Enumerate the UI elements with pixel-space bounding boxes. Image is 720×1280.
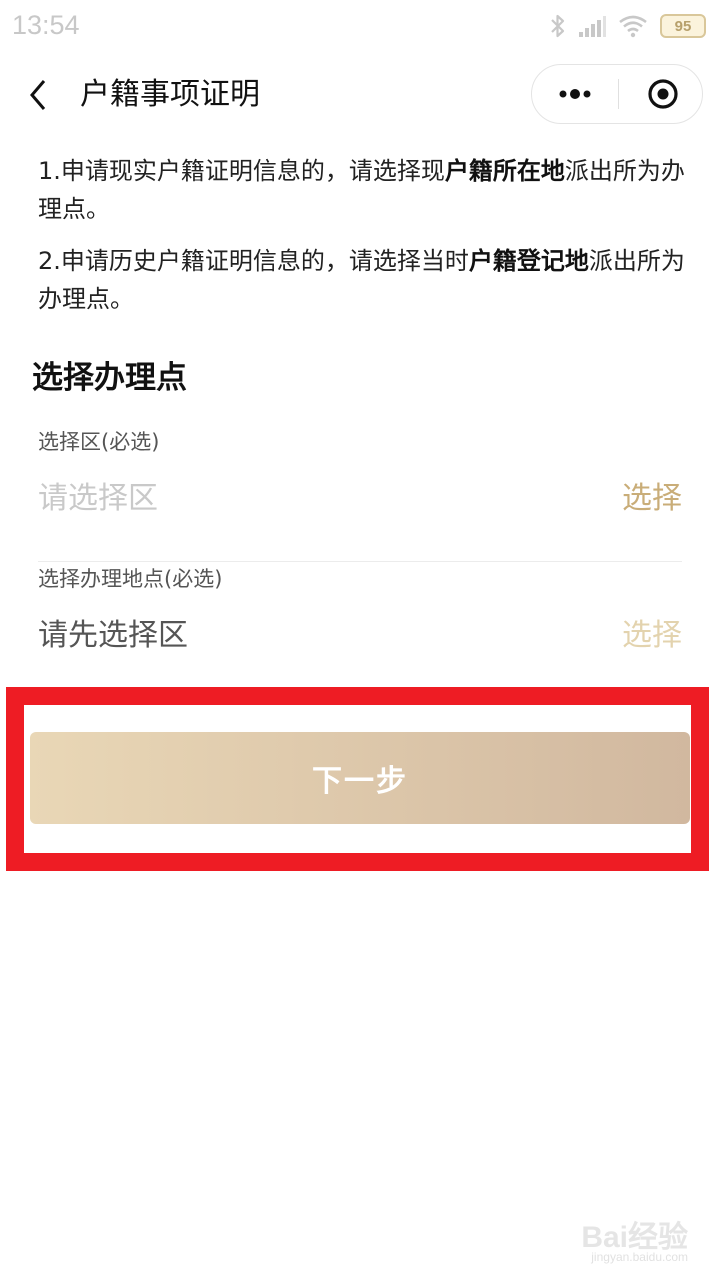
mini-program-capsule: [531, 64, 703, 124]
more-dots-icon[interactable]: [532, 65, 618, 123]
district-label: 选择区(必选): [38, 430, 160, 454]
office-field[interactable]: 选择办理地点(必选) 请先选择区 选择: [38, 563, 682, 699]
signal-icon: [578, 14, 606, 38]
nav-bar: 户籍事项证明: [0, 52, 720, 138]
battery-icon: 95: [660, 14, 706, 38]
office-label: 选择办理地点(必选): [38, 567, 223, 591]
baidu-jingyan-watermark: Bai经验 jingyan.baidu.com: [528, 1212, 688, 1268]
back-arrow-icon[interactable]: [24, 76, 54, 114]
office-placeholder: 请先选择区: [38, 618, 188, 653]
district-field[interactable]: 选择区(必选) 请选择区 选择: [38, 426, 682, 562]
status-icons: 95: [550, 12, 706, 40]
office-select-button[interactable]: 选择: [622, 615, 682, 657]
status-bar: 13:54 95: [0, 0, 720, 52]
instruction-1: 1.申请现实户籍证明信息的，请选择现户籍所在地派出所为办理点。: [38, 157, 685, 223]
section-title: 选择办理点: [32, 360, 187, 396]
next-step-button[interactable]: 下一步: [30, 732, 690, 824]
bluetooth-icon: [550, 13, 566, 39]
instructions: 1.申请现实户籍证明信息的，请选择现户籍所在地派出所为办理点。 2.申请历史户籍…: [38, 152, 688, 332]
watermark-url: jingyan.baidu.com: [591, 1250, 688, 1264]
status-time: 13:54: [12, 10, 80, 40]
district-placeholder: 请选择区: [38, 481, 158, 516]
page-title: 户籍事项证明: [80, 77, 260, 112]
instruction-2: 2.申请历史户籍证明信息的，请选择当时户籍登记地派出所为办理点。: [38, 247, 685, 313]
district-select-button[interactable]: 选择: [622, 478, 682, 520]
close-target-icon[interactable]: [619, 65, 703, 123]
screen: 13:54 95 户籍事项证明 1.申请现实户籍证明信息的，请选择现户籍所在地派…: [0, 0, 720, 1280]
wifi-icon: [618, 14, 648, 38]
